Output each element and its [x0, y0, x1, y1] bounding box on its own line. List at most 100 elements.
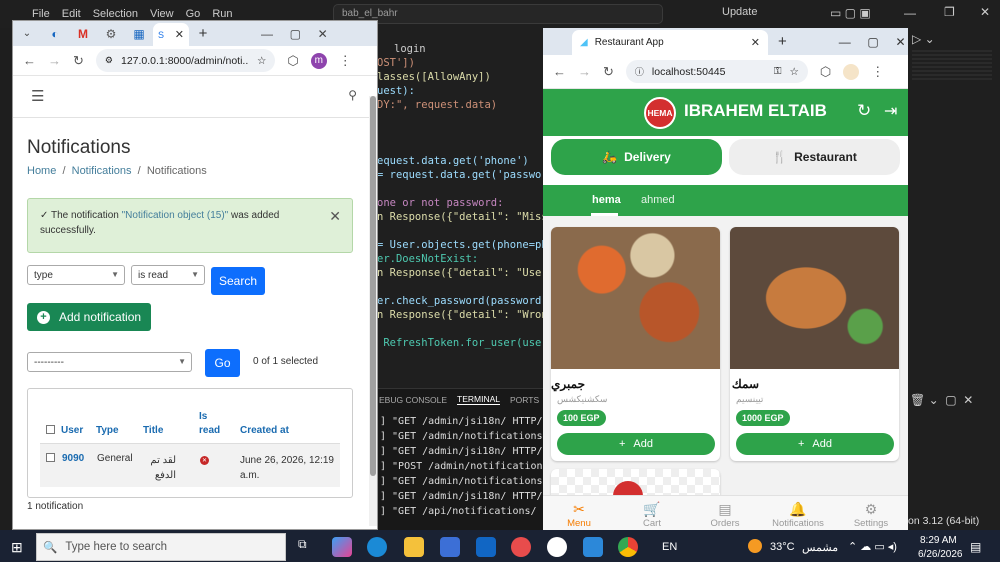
site-info-icon[interactable]: ⚙ [105, 55, 113, 66]
code-editor[interactable]: login OST']) lasses([AllowAny]) uest): DY:"… [377, 28, 543, 388]
tab-restaurant[interactable]: ◢ Restaurant App ✕ [572, 30, 768, 55]
logout-icon[interactable]: ⇥ [884, 101, 897, 121]
weather-temp[interactable]: 33°C [770, 541, 795, 553]
code-line[interactable]: equest.data.get('phone') [377, 154, 529, 168]
hamburger-icon[interactable]: ☰ [31, 87, 44, 105]
add-notification-button[interactable]: + Add notification [27, 303, 151, 331]
bookmark-star-icon[interactable]: ☆ [789, 66, 798, 78]
refresh-icon[interactable]: ↻ [857, 101, 871, 121]
col-created[interactable]: Created at [240, 425, 289, 436]
forward-icon[interactable]: → [48, 53, 61, 68]
run-icon[interactable]: ▷ ⌄ [912, 32, 935, 46]
chrome-icon[interactable] [618, 537, 638, 557]
tray-icons[interactable]: ⌃ ☁ ▭ ◂) [848, 540, 897, 553]
delivery-button[interactable]: 🛵 Delivery [551, 139, 722, 175]
menu-edit[interactable]: Edit [62, 8, 81, 20]
start-icon[interactable]: ⊞ [11, 539, 23, 556]
close-message-icon[interactable]: ✕ [329, 209, 341, 224]
col-user[interactable]: User [61, 425, 83, 436]
more-icon[interactable]: ⋮ [339, 53, 352, 69]
vscode-icon[interactable] [583, 537, 603, 557]
code-line[interactable]: er.DoesNotExist: [377, 252, 478, 266]
close-tab-icon[interactable]: ✕ [751, 36, 760, 49]
clock-time[interactable]: 8:29 AM [920, 535, 957, 546]
back-icon[interactable]: ← [553, 64, 566, 79]
add-to-cart-button[interactable]: + Add [736, 433, 894, 455]
taskbar-search[interactable]: 🔍 Type here to search [36, 533, 286, 561]
scrollbar[interactable] [369, 96, 377, 526]
app-icon[interactable] [547, 537, 567, 557]
url-bar-right[interactable]: ⓘ localhost:50445 ⚿ ☆ [625, 60, 808, 83]
url-bar[interactable]: ⚙ 127.0.0.1:8000/admin/noti... ☆ [95, 49, 276, 72]
site-info-icon[interactable]: ⓘ [635, 65, 644, 78]
tab-search-icon[interactable]: ⌄ [13, 24, 41, 43]
window-controls[interactable]: — ▢ ✕ [261, 27, 328, 41]
language-indicator[interactable]: EN [662, 541, 677, 553]
window-controls-right[interactable]: — ▢ ✕ [839, 35, 906, 49]
reload-icon[interactable]: ↻ [603, 64, 614, 80]
menu-selection[interactable]: Selection [93, 8, 138, 20]
menu-view[interactable]: View [150, 8, 174, 20]
notification-center-icon[interactable]: ▤ [970, 540, 981, 554]
tab-admin-icon[interactable]: ▦ [125, 24, 153, 43]
update-button[interactable]: Update [722, 6, 757, 18]
code-line[interactable]: n Response({"detail": "Wrong [377, 308, 543, 322]
edge-icon[interactable] [367, 537, 387, 557]
command-center-search[interactable]: bab_el_bahr [333, 4, 663, 24]
menu-go[interactable]: Go [186, 8, 201, 20]
row-user-link[interactable]: 9090 [62, 453, 84, 464]
reload-icon[interactable]: ↻ [73, 53, 84, 69]
search-button[interactable]: Search [211, 267, 265, 295]
tab-debug-console[interactable]: EBUG CONSOLE [379, 395, 447, 405]
code-line[interactable]: = User.objects.get(phone=phon [377, 238, 543, 252]
success-object-link[interactable]: "Notification object (15)" [122, 210, 229, 221]
restore-icon[interactable]: ❐ [944, 5, 955, 19]
extension-icon[interactable]: ⬡ [820, 64, 831, 80]
tab-terminal[interactable]: TERMINAL [457, 394, 501, 405]
clock-date[interactable]: 6/26/2026 [918, 549, 963, 560]
tab-edge-icon[interactable]: ◐ [41, 24, 69, 43]
new-tab-icon[interactable]: + [778, 33, 787, 50]
copilot-icon[interactable] [332, 537, 352, 557]
tab-hema[interactable]: hema [592, 194, 621, 206]
nav-notifications[interactable]: 🔔 Notifications [763, 500, 833, 529]
code-line[interactable]: er.check_password(password): [377, 294, 543, 308]
go-button[interactable]: Go [205, 349, 240, 377]
food-card[interactable]: جمبري سكشنيكشس 100 EGP + Add [551, 227, 720, 461]
more-icon[interactable]: ⋮ [871, 64, 884, 80]
trash-icon[interactable]: 🗑 ⌄ ▢ ✕ [910, 393, 973, 407]
nav-orders[interactable]: ▤ Orders [690, 500, 760, 529]
tab-ahmed[interactable]: ahmed [641, 194, 675, 206]
outlook-icon[interactable] [476, 537, 496, 557]
code-line[interactable]: DY:", request.data) [377, 98, 497, 112]
breadcrumb-section[interactable]: Notifications [72, 165, 132, 177]
tab-ports[interactable]: PORTS [510, 395, 539, 405]
terminal[interactable]: ] "GET /admin/jsi18n/ HTTP/1.1"] "GET /a… [377, 410, 573, 530]
code-line[interactable]: one or not password: [377, 196, 503, 210]
add-to-cart-button[interactable]: + Add [557, 433, 715, 455]
menu-file[interactable]: File [32, 8, 50, 20]
code-line[interactable]: = request.data.get('password' [377, 168, 543, 182]
code-line[interactable]: n Response({"detail": "User n [377, 266, 543, 280]
code-line[interactable]: uest): [377, 84, 415, 98]
back-icon[interactable]: ← [23, 53, 36, 68]
code-line[interactable]: OST']) [377, 56, 415, 70]
select-all-checkbox[interactable] [46, 425, 55, 434]
store-icon[interactable] [440, 537, 460, 557]
filter-type-select[interactable]: type ▼ [27, 265, 125, 285]
filter-read-select[interactable]: is read ▼ [131, 265, 205, 285]
close-icon[interactable]: ✕ [980, 5, 990, 19]
col-title[interactable]: Title [143, 425, 163, 436]
nav-settings[interactable]: ⚙ Settings [836, 500, 906, 529]
task-view-icon[interactable]: ⧉ [298, 537, 318, 557]
python-version[interactable]: on 3.12 (64-bit) [908, 515, 979, 527]
code-line[interactable]: RefreshToken.for_user(user) [377, 336, 543, 350]
profile-avatar[interactable]: m [310, 52, 327, 69]
forward-icon[interactable]: → [578, 64, 591, 79]
menu-run[interactable]: Run [212, 8, 232, 20]
food-card[interactable]: سمك تيينسيم 1000 EGP + Add [730, 227, 899, 461]
extension-icon[interactable]: ⬡ [287, 53, 298, 69]
tab-cog-icon[interactable]: ⚙ [97, 24, 125, 43]
minimize-icon[interactable]: — [904, 6, 916, 20]
row-checkbox[interactable] [46, 453, 55, 462]
